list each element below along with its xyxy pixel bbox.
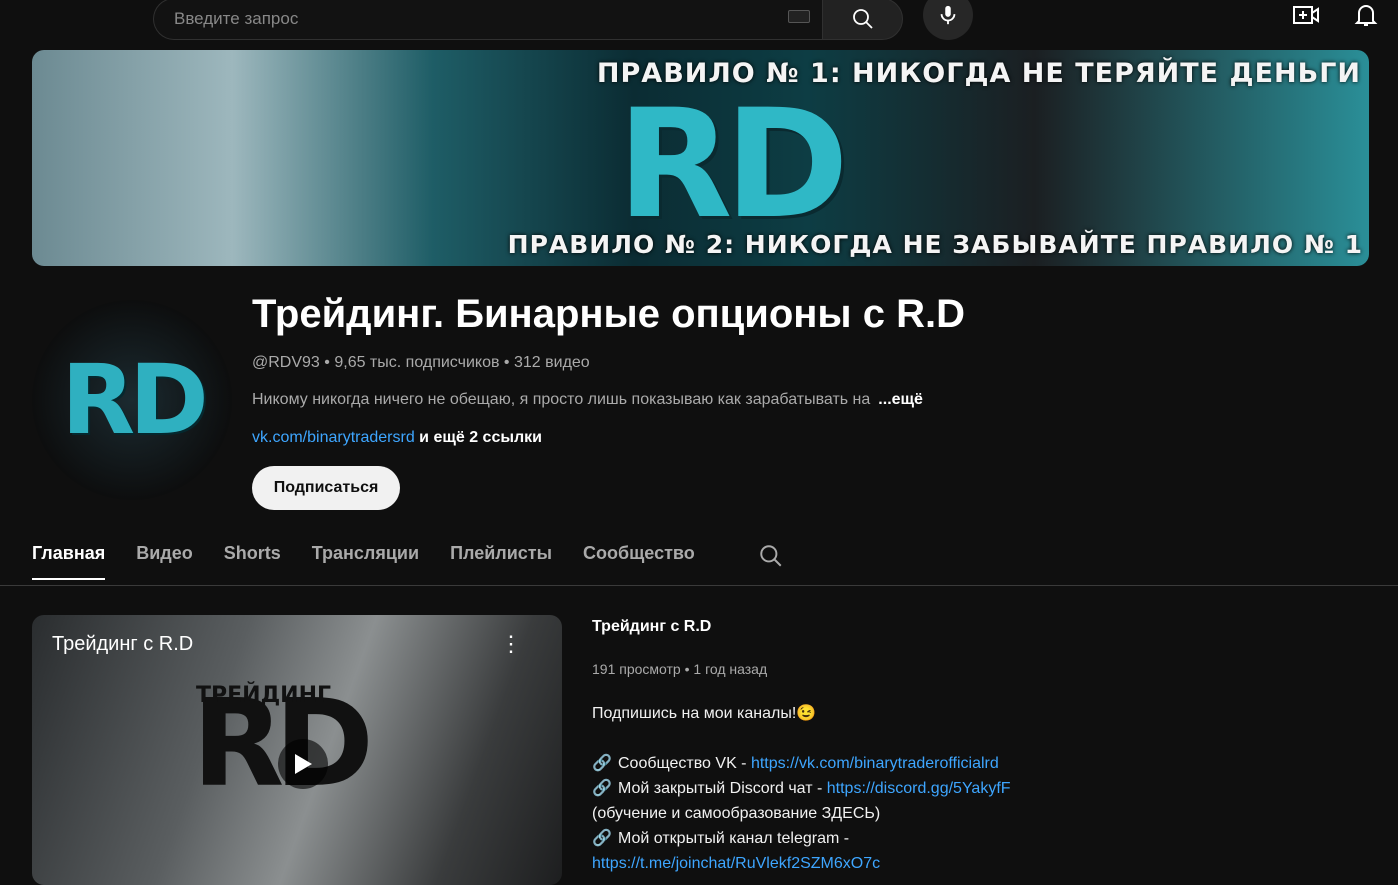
play-button[interactable]: [278, 739, 328, 789]
divider: [0, 585, 1398, 586]
thumbnail-logo-small: ТРЕЙДИНГ: [196, 683, 332, 708]
search-input[interactable]: Введите запрос: [153, 0, 823, 40]
play-icon: [295, 754, 312, 774]
featured-video-info: Трейдинг с R.D 191 просмотр • 1 год наза…: [592, 618, 1382, 876]
bell-icon: [1354, 5, 1378, 26]
channel-link[interactable]: vk.com/binarytradersrd: [252, 429, 415, 446]
sep: •: [503, 354, 510, 371]
channel-search-button[interactable]: [758, 543, 784, 574]
channel-meta: @RDV93 • 9,65 тыс. подписчиков • 312 вид…: [252, 354, 590, 372]
tab-shorts[interactable]: Shorts: [224, 543, 281, 580]
create-button[interactable]: [1292, 4, 1320, 31]
channel-title: Трейдинг. Бинарные опционы с R.D: [252, 292, 965, 336]
keyboard-icon[interactable]: [788, 10, 810, 23]
featured-video-title[interactable]: Трейдинг с R.D: [592, 618, 1382, 636]
search-icon: [852, 9, 873, 29]
notifications-button[interactable]: [1354, 2, 1378, 33]
create-video-icon: [1293, 6, 1319, 24]
tab-community[interactable]: Сообщество: [583, 543, 695, 580]
thumbnail-logo: ТРЕЙДИНГ RD: [192, 683, 374, 805]
telegram-link[interactable]: https://t.me/joinchat/RuVlekf2SZM6xO7c: [592, 855, 880, 872]
sep: •: [324, 354, 330, 371]
banner-logo: RD: [617, 78, 849, 252]
featured-video-description: Подпишись на мои каналы!😉 🔗 Сообщество VK…: [592, 701, 1382, 876]
vk-link[interactable]: https://vk.com/binarytraderofficialrd: [751, 755, 999, 772]
channel-banner: RD ПРАВИЛО № 1: НИКОГДА НЕ ТЕРЯЙТЕ ДЕНЬГ…: [32, 50, 1369, 266]
desc-line: Подпишись на мои каналы!😉: [592, 705, 817, 722]
tab-videos[interactable]: Видео: [136, 543, 193, 580]
voice-search-button[interactable]: [923, 0, 973, 40]
channel-handle: @RDV93: [252, 354, 320, 371]
search-icon: [760, 545, 782, 567]
desc-line: (обучение и самообразование ЗДЕСЬ): [592, 805, 881, 822]
video-count: 312 видео: [513, 354, 590, 371]
search-placeholder: Введите запрос: [174, 9, 299, 28]
more-options-icon[interactable]: ⋮: [500, 631, 522, 657]
tab-home[interactable]: Главная: [32, 543, 106, 580]
tab-playlists[interactable]: Плейлисты: [450, 543, 552, 580]
upload-age: 1 год назад: [693, 661, 768, 677]
channel-avatar[interactable]: RD: [32, 300, 232, 500]
view-count: 191 просмотр: [592, 661, 681, 677]
channel-tabs: Главная Видео Shorts Трансляции Плейлист…: [32, 543, 695, 580]
banner-rule-2: ПРАВИЛО № 2: НИКОГДА НЕ ЗАБЫВАЙТЕ ПРАВИЛ…: [507, 230, 1363, 259]
link-label: Мой открытый канал telegram -: [618, 830, 850, 847]
channel-links: vk.com/binarytradersrd и ещё 2 ссылки: [252, 429, 542, 447]
link-icon: 🔗: [592, 755, 612, 772]
subscribe-button[interactable]: Подписаться: [252, 466, 400, 510]
channel-description[interactable]: Никому никогда ничего не обещаю, я прост…: [252, 391, 1012, 409]
search-button[interactable]: [822, 0, 903, 40]
link-icon: 🔗: [592, 830, 612, 847]
link-icon: 🔗: [592, 780, 612, 797]
more-links-button[interactable]: и ещё 2 ссылки: [419, 429, 542, 446]
discord-link[interactable]: https://discord.gg/5YakyfF: [827, 780, 1011, 797]
tab-live[interactable]: Трансляции: [312, 543, 419, 580]
featured-video-player[interactable]: ТРЕЙДИНГ RD Трейдинг с R.D ⋮: [32, 615, 562, 885]
description-text: Никому никогда ничего не обещаю, я прост…: [252, 391, 871, 408]
link-label: Сообщество VK -: [618, 755, 751, 772]
avatar-logo: RD: [61, 344, 209, 456]
more-button[interactable]: ...ещё: [878, 391, 923, 408]
mic-icon: [940, 5, 956, 25]
banner-rule-1: ПРАВИЛО № 1: НИКОГДА НЕ ТЕРЯЙТЕ ДЕНЬГИ: [596, 58, 1361, 89]
link-label: Мой закрытый Discord чат -: [618, 780, 827, 797]
video-overlay-title[interactable]: Трейдинг с R.D: [52, 633, 193, 656]
subscriber-count: 9,65 тыс. подписчиков: [334, 354, 500, 371]
